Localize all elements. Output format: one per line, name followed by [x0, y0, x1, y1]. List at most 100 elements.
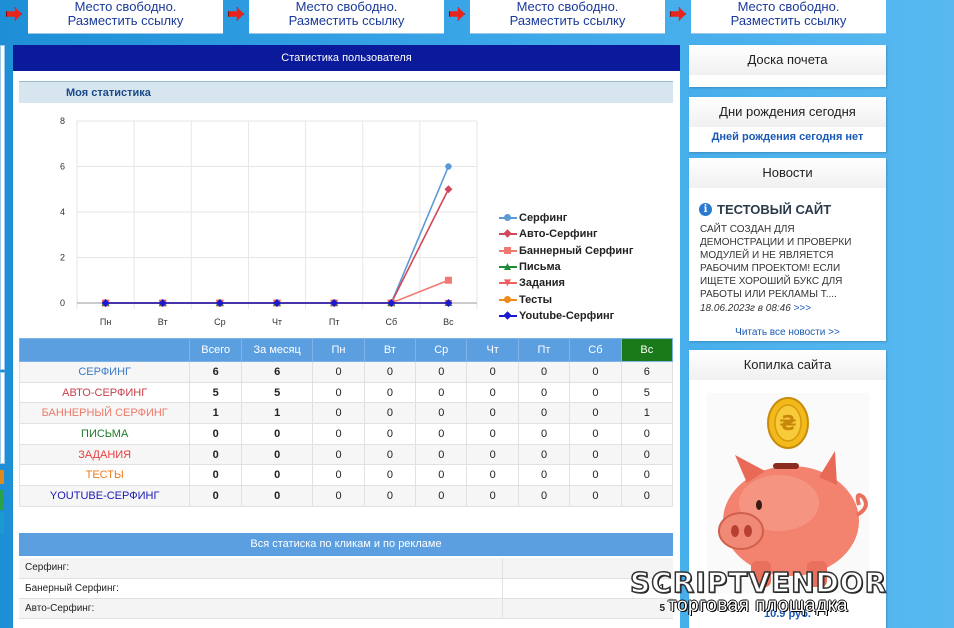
x-tick-label: Вт [158, 317, 168, 327]
x-tick-label: Пн [100, 317, 111, 327]
row-label[interactable]: Youtube-Серфинг [18, 485, 191, 507]
banner-place-link[interactable]: Разместить ссылку [691, 14, 886, 28]
table-cell: 0 [569, 402, 622, 425]
table-cell: 1 [240, 402, 314, 425]
news-item-title[interactable]: i ТЕСТОВЫЙ САЙТ [689, 188, 886, 217]
row-label[interactable]: Баннерный Серфинг [18, 402, 191, 425]
table-cell: 0 [363, 423, 417, 445]
table-row: Баннерный Серфинг 1 1 0 0 0 0 0 0 1 [18, 402, 674, 425]
banner-slot-2[interactable]: Место свободно. Разместить ссылку [249, 0, 444, 34]
piggy-bank-icon: ₴ [718, 397, 868, 587]
table-cell: 0 [517, 464, 571, 487]
widget-title[interactable]: Доска почета [689, 45, 886, 75]
banner-status: Место свободно. [74, 0, 177, 14]
table-cell: 0 [312, 381, 365, 404]
legend-item[interactable]: Авто-Серфинг [499, 226, 633, 242]
table-cell: 0 [466, 423, 519, 445]
my-stats-heading: Моя статистика [19, 81, 673, 103]
table-cell: 1 [620, 402, 674, 425]
table-cell: 0 [415, 464, 468, 487]
table-cell: 0 [517, 381, 571, 404]
y-tick-label: 4 [60, 207, 65, 217]
left-tab-orange[interactable] [0, 470, 4, 484]
banner-slot-1[interactable]: Место свободно. Разместить ссылку [28, 0, 223, 34]
table-cell: 0 [312, 402, 365, 425]
table-cell: 0 [620, 485, 674, 507]
series-line [105, 188, 450, 304]
news-more-link[interactable]: >>> [794, 303, 812, 314]
table-cell: 0 [466, 485, 519, 507]
table-cell: 0 [517, 361, 571, 383]
banner-place-link[interactable]: Разместить ссылку [470, 14, 665, 28]
legend-item[interactable]: Серфинг [499, 210, 633, 226]
legend-swatch [499, 295, 517, 305]
row-label[interactable]: Задания [18, 443, 191, 466]
arrow-right-icon [228, 7, 244, 21]
news-date-text: 18.06.2023г в 08:46 [700, 303, 791, 314]
left-tab-green[interactable] [0, 490, 4, 510]
y-tick-label: 8 [60, 116, 65, 126]
table-cell: 0 [415, 402, 468, 425]
table-cell: 0 [312, 423, 365, 445]
stats-chart: 0 2 4 6 8 Пн Вт Ср Чт Пт Сб Вс Серфинг Авто-Серфинг Б… [19, 107, 673, 377]
banner-slot-4[interactable]: Место свободно. Разместить ссылку [691, 0, 886, 34]
banner-place-link[interactable]: Разместить ссылку [28, 14, 223, 28]
arrow-right-icon [670, 7, 686, 21]
read-all-news-link[interactable]: Читать все новости >> [689, 314, 886, 338]
table-cell: 0 [189, 464, 242, 487]
table-cell: 0 [363, 361, 417, 383]
legend-label: Авто-Серфинг [519, 228, 598, 241]
x-tick-label: Ср [214, 317, 226, 327]
legend-item[interactable]: Баннерный Серфинг [499, 243, 633, 259]
banner-slot-3[interactable]: Место свободно. Разместить ссылку [470, 0, 665, 34]
table-cell: 0 [189, 443, 242, 466]
table-cell: 0 [415, 423, 468, 445]
legend-item[interactable]: Задания [499, 275, 633, 291]
table-header-cell: Вс [620, 338, 674, 362]
table-row: Тесты 0 0 0 0 0 0 0 0 0 [18, 464, 674, 487]
legend-swatch [499, 278, 517, 288]
user-stats-panel: Статистика пользователя Моя статистика 0… [13, 45, 680, 628]
left-tab-blue[interactable] [0, 512, 4, 534]
table-cell: 0 [569, 361, 622, 383]
banner-status: Место свободно. [737, 0, 840, 14]
news-item-text: Сайт создан для демонстрации и проверки … [700, 224, 852, 300]
table-cell: 5 [189, 381, 242, 404]
table-cell: 5 [240, 381, 314, 404]
all-stats-heading: Вся статиска по кликам и по рекламе [19, 533, 673, 556]
legend-swatch [499, 311, 517, 321]
info-icon: i [699, 203, 712, 216]
news-item-title-text[interactable]: ТЕСТОВЫЙ САЙТ [717, 202, 831, 217]
table-cell: 0 [620, 464, 674, 487]
legend-label: Задания [519, 277, 565, 290]
banner-place-link[interactable]: Разместить ссылку [249, 14, 444, 28]
table-header-cell: Сб [569, 338, 622, 362]
legend-item[interactable]: Тесты [499, 291, 633, 307]
table-cell: 0 [620, 443, 674, 466]
row-label[interactable]: Авто-Серфинг [18, 381, 191, 404]
table-cell: 0 [312, 464, 365, 487]
legend-item[interactable]: Письма [499, 259, 633, 275]
legend-label: Баннерный Серфинг [519, 244, 634, 257]
table-cell: 5 [620, 381, 674, 404]
series-line [105, 166, 450, 304]
row-label[interactable]: Письма [18, 423, 191, 445]
legend-swatch [499, 213, 517, 223]
widget-title: Дни рождения сегодня [689, 97, 886, 127]
x-tick-label: Вс [443, 317, 454, 327]
table-cell: 0 [363, 443, 417, 466]
row-label[interactable]: Тесты [18, 464, 191, 487]
table-cell: 0 [240, 443, 314, 466]
table-header-cell: Всего [189, 338, 242, 362]
arrow-right-icon [6, 7, 22, 21]
top-banner-strip: Место свободно. Разместить ссылку Место … [0, 0, 954, 36]
scriptvendor-watermark: SCRIPTVENDOR торговая площадка [629, 565, 950, 628]
left-column-edge [0, 45, 5, 370]
row-label[interactable]: Серфинг [18, 361, 191, 383]
legend-label: Тесты [519, 293, 553, 306]
table-cell: 6 [620, 361, 674, 383]
table-cell: 0 [569, 485, 622, 507]
legend-item[interactable]: Youtube-Серфинг [499, 308, 633, 324]
table-cell: 0 [240, 423, 314, 445]
table-cell: 6 [240, 361, 314, 383]
